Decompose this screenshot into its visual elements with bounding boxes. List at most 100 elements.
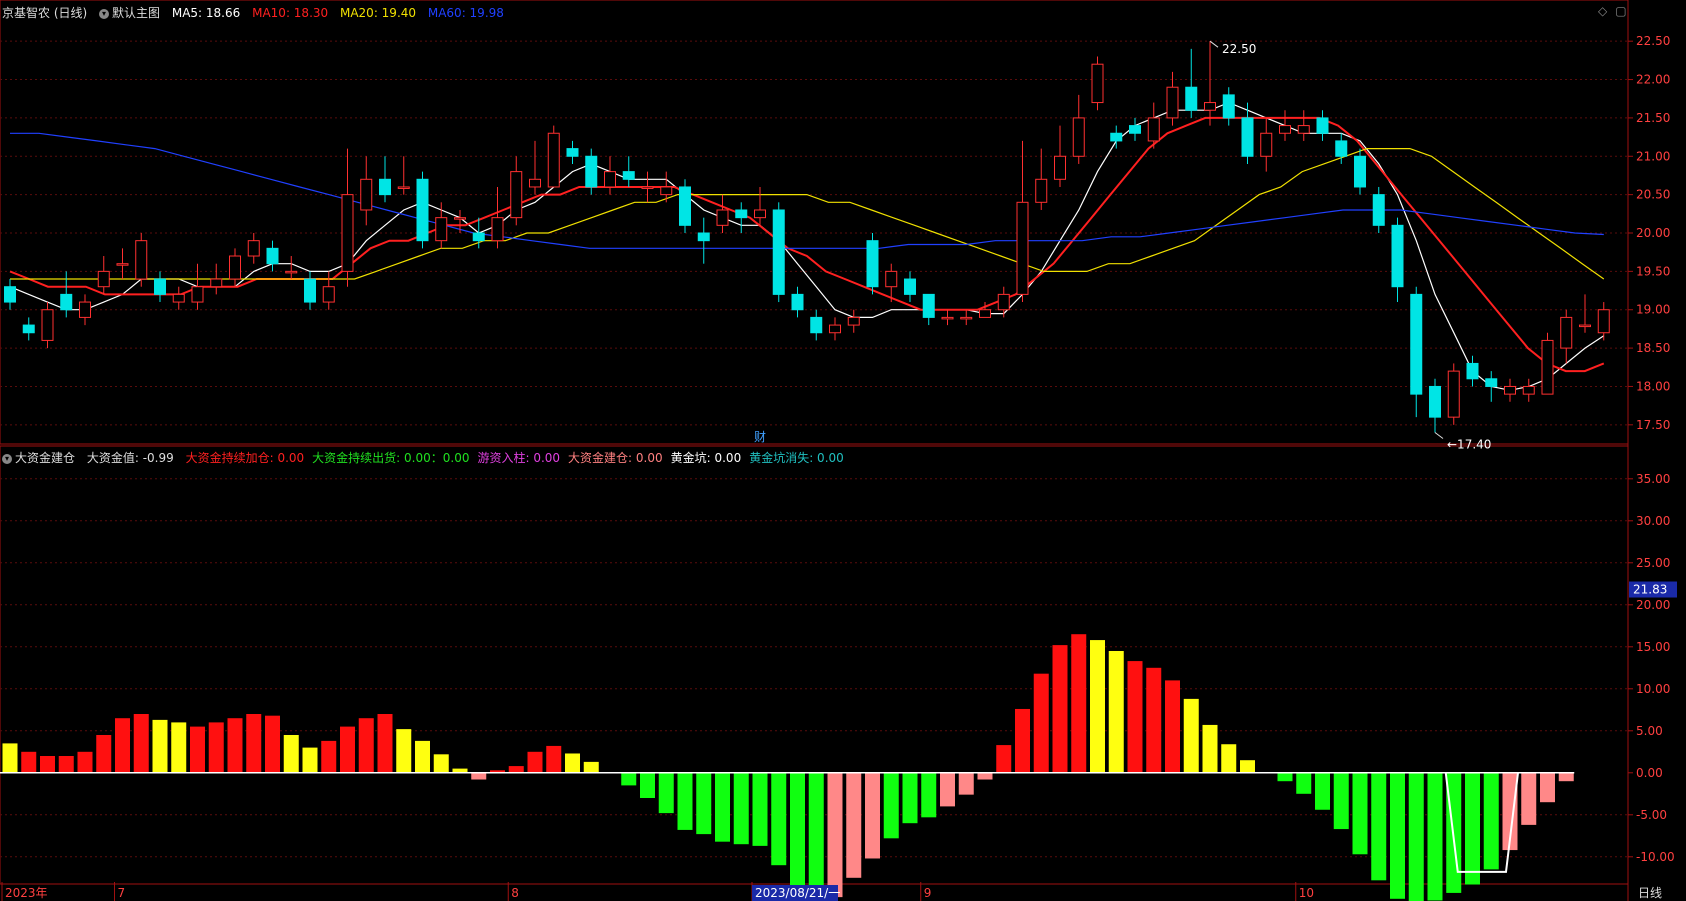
price-tick-label: 20.50: [1636, 188, 1670, 202]
indicator-bar: [1183, 698, 1199, 773]
candle-body: [491, 217, 504, 242]
indicator-bar: [508, 766, 524, 773]
indicator-bar: [96, 735, 112, 773]
candle-body: [960, 316, 973, 320]
candle-body: [847, 316, 860, 326]
indicator-bar: [77, 751, 93, 773]
candle-body: [529, 178, 541, 188]
candle-body: [1241, 117, 1254, 157]
candle-body: [1166, 86, 1179, 119]
dropdown-icon[interactable]: ▾: [99, 8, 110, 19]
candle-body: [566, 148, 579, 157]
candle-body: [191, 286, 204, 303]
period-label: 日线: [1638, 886, 1662, 900]
indicator-bar: [1390, 772, 1405, 899]
indicator-bar: [827, 772, 843, 898]
candle-body: [716, 209, 729, 226]
dropdown-icon[interactable]: ▾: [2, 453, 12, 464]
indicator-bar: [808, 772, 824, 901]
candle-body: [1335, 140, 1348, 157]
indicator-bar: [883, 772, 899, 839]
candle-body: [41, 309, 54, 341]
main-chart-selector[interactable]: ▾ 默认主图: [99, 6, 160, 20]
candle-body: [1541, 339, 1554, 395]
indicator-bar: [546, 745, 562, 773]
indicator-bar: [715, 772, 730, 842]
candle-body: [791, 293, 804, 311]
indicator-bar: [21, 751, 37, 773]
indicator-bar: [1015, 708, 1030, 773]
candle-body: [1297, 125, 1310, 134]
candle-body: [941, 316, 954, 320]
indicator-bar: [583, 761, 599, 773]
candle-body: [604, 171, 616, 188]
candle-body: [1054, 155, 1066, 180]
diamond-icon[interactable]: ◇: [1598, 4, 1607, 18]
indicator-bar: [733, 772, 749, 845]
candle-body: [679, 186, 691, 226]
indicator-tick-label: 25.00: [1636, 556, 1670, 570]
indicator-bar: [790, 772, 805, 898]
candle-body: [229, 255, 241, 280]
candle-body: [641, 186, 654, 189]
candle-body: [22, 324, 35, 334]
indicator-bar: [1052, 645, 1068, 773]
candle-body: [1279, 125, 1291, 134]
price-tick-label: 17.50: [1636, 418, 1670, 432]
price-tick-label: 21.50: [1636, 111, 1670, 125]
indicator-bar: [1540, 772, 1555, 803]
indicator-tick-label: 30.00: [1636, 514, 1670, 528]
candle-body: [154, 278, 166, 295]
candle-body: [472, 232, 485, 242]
candle-body: [97, 270, 110, 288]
indicator-bar: [115, 718, 130, 773]
indicator-bar: [1108, 651, 1124, 773]
indicator-bar: [190, 726, 205, 773]
indicator-tick-label: -5.00: [1636, 808, 1667, 822]
candle-body: [1016, 201, 1029, 295]
maximize-icon[interactable]: ▢: [1615, 4, 1626, 18]
price-tick-label: 21.00: [1636, 149, 1670, 163]
candle-body: [322, 286, 335, 303]
indicator-bar: [902, 772, 918, 824]
candle-body: [116, 263, 129, 266]
candle-body: [1185, 86, 1198, 111]
indicator-bar: [1033, 673, 1049, 773]
indicator-bar: [565, 753, 580, 773]
low-marker-arrow: [1434, 432, 1444, 439]
candle-body: [1110, 132, 1123, 142]
candle-body: [1204, 102, 1216, 111]
indicator-bar: [265, 715, 280, 773]
stock-name-label[interactable]: 京基智农 (日线): [2, 6, 87, 20]
candle-body: [1597, 309, 1610, 334]
candle-body: [904, 278, 916, 295]
candle-body: [735, 209, 748, 219]
candle-body: [510, 171, 523, 219]
candle-body: [79, 301, 91, 318]
candle-body: [922, 293, 935, 318]
indicator-bar: [1277, 772, 1293, 782]
low-price-label: ←17.40: [1447, 437, 1491, 451]
candle-body: [379, 178, 391, 196]
candle-body: [1260, 132, 1273, 157]
indicator-bar: [1483, 772, 1499, 870]
indicator-tick-label: 15.00: [1636, 640, 1670, 654]
candle-body: [1091, 63, 1104, 104]
ma10-label: MA10: 18.30: [252, 6, 329, 20]
candle-body: [979, 309, 991, 318]
candle-body: [866, 240, 879, 288]
indicator-selector[interactable]: ▾ 大资金建仓: [2, 451, 75, 465]
candle-body: [997, 293, 1010, 311]
indicator-value: 大资金值: -0.99: [86, 451, 174, 465]
high-marker-arrow: [1209, 40, 1219, 48]
candle-body: [585, 155, 598, 188]
ma5-label: MA5: 18.66: [171, 6, 241, 20]
indicator-bar: [246, 714, 262, 773]
price-tick-label: 22.50: [1636, 34, 1670, 48]
candle-body: [1072, 117, 1085, 157]
indicator-bar: [471, 772, 487, 780]
indicator-bar: [227, 718, 243, 773]
indicator-bar: [358, 718, 374, 773]
candle-body: [829, 324, 841, 334]
candle-body: [622, 171, 635, 180]
